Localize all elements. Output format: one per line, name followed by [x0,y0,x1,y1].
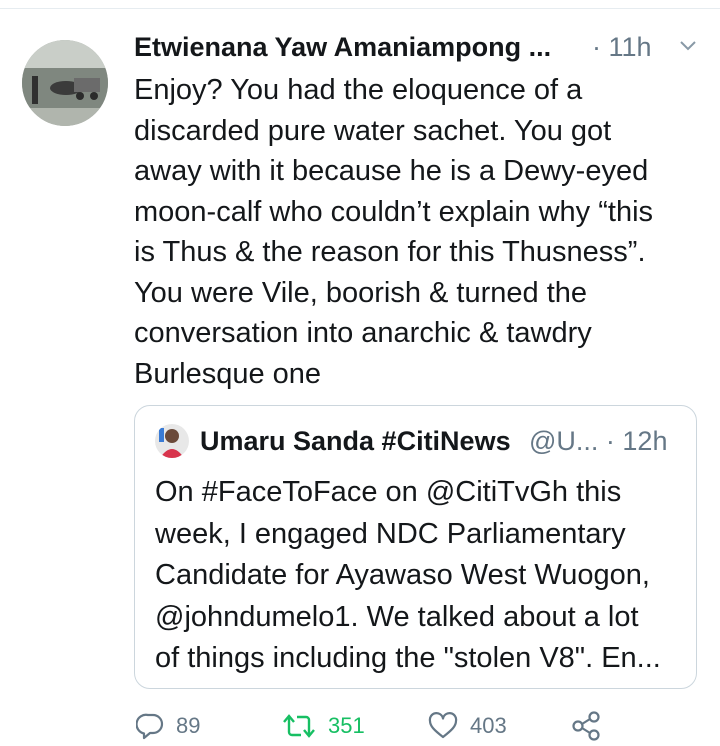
chevron-down-icon[interactable] [678,36,698,56]
quoted-author-avatar [155,424,189,458]
quoted-tweet-text: On #FaceToFace on @CitiTvGh this week, I… [155,476,661,674]
quoted-handle-time: @U... · 12h [529,426,668,456]
heart-icon [428,712,458,739]
retweet-icon [283,714,315,738]
like-count: 403 [470,713,507,738]
share-icon [572,711,600,741]
tweet-text: Enjoy? You had the eloquence of a discar… [134,74,654,390]
retweet-button[interactable]: 351 [282,708,365,744]
tweet-header: Etwienana Yaw Amaniampong ... · 11h [134,26,704,66]
like-button[interactable]: 403 [428,708,507,744]
top-divider [0,8,720,9]
quoted-author-name: Umaru Sanda #CitiNews [200,426,511,456]
share-button[interactable] [570,708,602,744]
author-avatar[interactable] [22,40,108,126]
quoted-avatar-icon [155,424,189,458]
reply-count: 89 [176,713,201,738]
avatar-photo-icon [22,40,108,126]
tweet-timestamp[interactable]: · 11h [592,32,652,63]
retweet-count: 351 [328,713,365,738]
reply-button[interactable]: 89 [136,708,200,744]
reply-icon [136,713,164,740]
quoted-tweet-card[interactable]: Umaru Sanda #CitiNews @U... · 12h On #Fa… [134,405,697,689]
author-name[interactable]: Etwienana Yaw Amaniampong ... [134,32,551,63]
